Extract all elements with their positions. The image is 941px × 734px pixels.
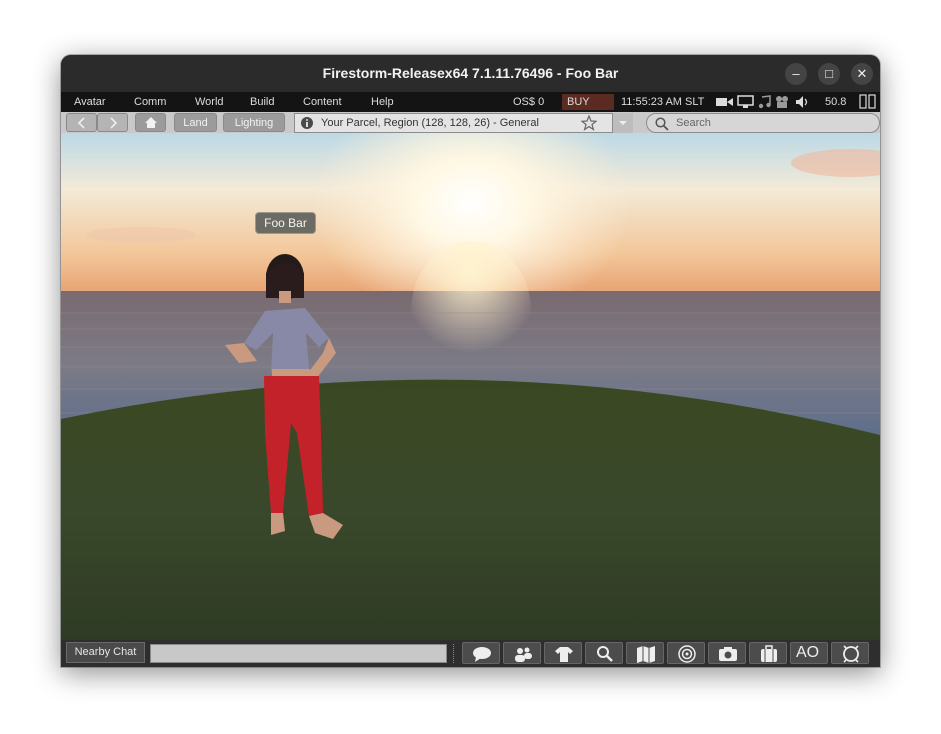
location-text: Your Parcel, Region (128, 128, 26) - Gen…	[321, 117, 539, 129]
snapshot-icon	[719, 647, 737, 661]
menu-world[interactable]: World	[195, 92, 224, 112]
info-icon[interactable]	[300, 116, 314, 130]
radar-button[interactable]	[667, 642, 705, 664]
land-button[interactable]: Land	[174, 113, 217, 132]
menu-avatar[interactable]: Avatar	[74, 92, 106, 112]
scene-render	[61, 83, 880, 640]
maximize-icon: □	[825, 66, 833, 81]
map-button[interactable]	[626, 642, 664, 664]
appearance-button[interactable]	[544, 642, 582, 664]
location-dropdown-button[interactable]	[613, 113, 633, 133]
location-bar[interactable]: Your Parcel, Region (128, 128, 26) - Gen…	[294, 113, 613, 133]
chevron-left-icon	[77, 117, 85, 129]
inventory-button[interactable]	[749, 642, 787, 664]
close-button[interactable]: ✕	[851, 63, 873, 85]
search-input[interactable]: Search	[646, 113, 880, 133]
inventory-icon	[761, 645, 777, 662]
chat-button[interactable]	[462, 642, 500, 664]
menu-bar: Avatar Comm World Build Content Help OS$…	[61, 92, 880, 112]
minimize-icon: –	[792, 66, 800, 81]
buy-currency-button[interactable]: BUY OS$	[562, 94, 614, 110]
search-icon	[655, 117, 669, 131]
appearance-icon	[555, 647, 573, 662]
currency-balance[interactable]: OS$ 0	[513, 92, 544, 112]
favorite-star-icon[interactable]	[581, 115, 597, 131]
home-button[interactable]	[135, 113, 166, 132]
window-title: Firestorm-Releasex64 7.1.11.76496 - Foo …	[322, 65, 619, 81]
menu-comm[interactable]: Comm	[134, 92, 166, 112]
chevron-down-icon	[619, 121, 627, 125]
fps-display: 50.8	[825, 96, 847, 108]
chat-icon	[473, 647, 491, 662]
navigation-bar: Land Lighting Your Parcel, Region (128, …	[61, 112, 880, 133]
clock: 11:55:23 AM SLT	[621, 96, 705, 108]
menu-help[interactable]: Help	[371, 92, 394, 112]
title-bar[interactable]: Firestorm-Releasex64 7.1.11.76496 - Foo …	[61, 55, 880, 92]
toolbar-separator	[453, 644, 456, 663]
map-icon	[637, 646, 655, 663]
move-icon	[843, 645, 859, 663]
media-camera-icon[interactable]	[716, 96, 734, 108]
menu-build[interactable]: Build	[250, 92, 274, 112]
move-button[interactable]	[831, 642, 869, 664]
search-placeholder: Search	[676, 117, 711, 129]
radar-icon	[678, 645, 696, 663]
chevron-right-icon	[109, 117, 117, 129]
lighting-button[interactable]: Lighting	[223, 113, 285, 132]
media-display-icon[interactable]	[737, 95, 755, 109]
back-button[interactable]	[66, 113, 97, 132]
app-window: Firestorm-Releasex64 7.1.11.76496 - Foo …	[61, 55, 880, 667]
search-icon	[597, 646, 613, 662]
home-icon	[144, 117, 157, 128]
bottom-toolbar: Nearby Chat AO	[61, 640, 880, 667]
music-icon[interactable]	[758, 95, 772, 109]
menu-content[interactable]: Content	[303, 92, 342, 112]
close-icon: ✕	[856, 66, 868, 81]
video-icon[interactable]	[775, 95, 791, 109]
search-button[interactable]	[585, 642, 623, 664]
forward-button[interactable]	[97, 113, 128, 132]
people-button[interactable]	[503, 642, 541, 664]
snapshot-button[interactable]	[708, 642, 746, 664]
minimize-button[interactable]: –	[785, 63, 807, 85]
avatar-name-tag: Foo Bar	[255, 212, 316, 234]
layout-toggle-icon[interactable]	[859, 94, 877, 110]
world-viewport[interactable]: Foo Bar	[61, 83, 880, 640]
chat-input[interactable]	[150, 644, 447, 663]
ao-button[interactable]: AO	[790, 642, 828, 664]
maximize-button[interactable]: □	[818, 63, 840, 85]
nearby-chat-button[interactable]: Nearby Chat	[66, 642, 145, 663]
people-icon	[515, 647, 532, 662]
volume-icon[interactable]	[795, 95, 811, 109]
